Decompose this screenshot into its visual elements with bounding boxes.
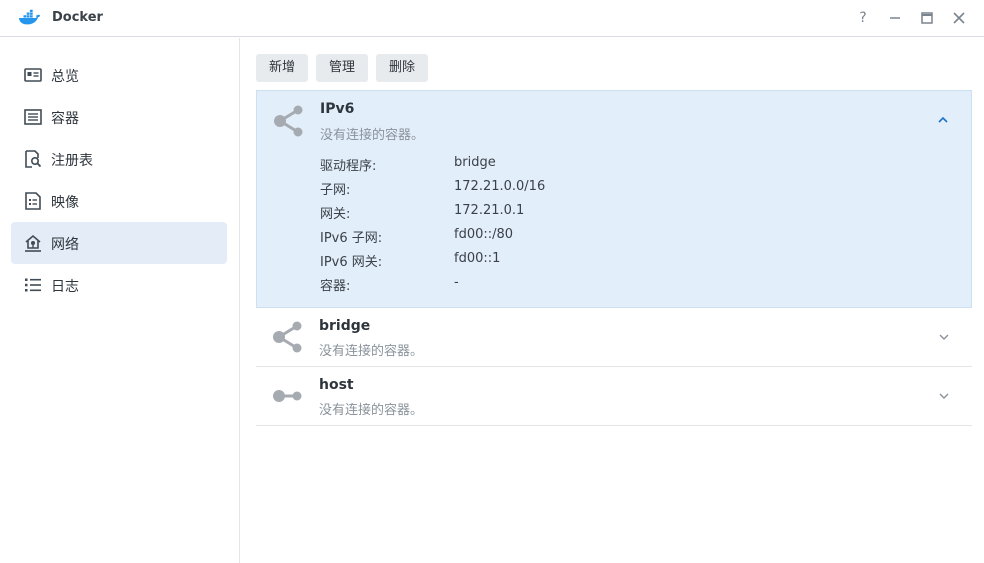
detail-value: fd00::1 xyxy=(454,251,501,266)
network-item-ipv6[interactable]: IPv6 没有连接的容器。 驱动程序: bridge 子网: 172.21.0.… xyxy=(256,90,972,308)
detail-key: 网关: xyxy=(320,207,351,222)
sidebar-item-registry[interactable]: 注册表 xyxy=(11,138,227,180)
network-status: 没有连接的容器。 xyxy=(319,344,424,359)
sidebar-item-network[interactable]: 网络 xyxy=(11,222,227,264)
help-button[interactable]: ? xyxy=(854,9,872,27)
network-item-host[interactable]: host 没有连接的容器。 xyxy=(256,367,972,426)
sidebar-item-label: 网络 xyxy=(51,237,79,253)
container-list-icon xyxy=(24,109,42,125)
network-house-icon xyxy=(25,234,41,252)
image-document-icon xyxy=(25,192,41,210)
sidebar: 总览 容器 注册表 映像 网络 日志 xyxy=(0,38,240,563)
network-item-bridge[interactable]: bridge 没有连接的容器。 xyxy=(256,308,972,367)
detail-row: IPv6 网关: fd00::1 xyxy=(320,251,720,275)
network-status: 没有连接的容器。 xyxy=(320,128,425,143)
detail-value: 172.21.0.0/16 xyxy=(454,179,546,194)
sidebar-item-image[interactable]: 映像 xyxy=(11,180,227,222)
sidebar-item-label: 总览 xyxy=(51,69,79,85)
sidebar-item-label: 注册表 xyxy=(51,153,93,169)
sidebar-item-label: 容器 xyxy=(51,111,79,127)
log-list-icon xyxy=(25,278,41,292)
chevron-up-icon[interactable] xyxy=(937,114,949,126)
detail-row: IPv6 子网: fd00::/80 xyxy=(320,227,720,251)
detail-row: 子网: 172.21.0.0/16 xyxy=(320,179,720,203)
network-name: host xyxy=(319,377,354,393)
add-button[interactable]: 新增 xyxy=(256,54,309,82)
delete-button[interactable]: 删除 xyxy=(376,54,429,82)
chevron-down-icon[interactable] xyxy=(938,331,950,343)
detail-key: 容器: xyxy=(320,279,351,294)
manage-button[interactable]: 管理 xyxy=(316,54,369,82)
maximize-icon xyxy=(921,12,933,24)
detail-key: IPv6 网关: xyxy=(320,255,383,270)
minimize-icon xyxy=(890,17,900,19)
network-name: IPv6 xyxy=(320,101,355,117)
detail-row: 网关: 172.21.0.1 xyxy=(320,203,720,227)
overview-card-icon xyxy=(24,68,42,82)
detail-value: fd00::/80 xyxy=(454,227,514,242)
docker-whale-icon xyxy=(18,9,40,25)
network-name: bridge xyxy=(319,318,371,334)
detail-row: 容器: - xyxy=(320,275,720,299)
network-share-icon xyxy=(273,321,302,353)
sidebar-item-log[interactable]: 日志 xyxy=(11,264,227,306)
sidebar-item-overview[interactable]: 总览 xyxy=(11,54,227,96)
maximize-button[interactable] xyxy=(918,9,936,27)
detail-key: IPv6 子网: xyxy=(320,231,383,246)
chevron-down-icon[interactable] xyxy=(938,390,950,402)
sidebar-item-label: 日志 xyxy=(51,279,79,295)
detail-value: bridge xyxy=(454,155,496,170)
detail-value: - xyxy=(454,275,459,290)
network-share-icon xyxy=(274,105,303,137)
network-details: 驱动程序: bridge 子网: 172.21.0.0/16 网关: 172.2… xyxy=(320,155,720,299)
title-bar: Docker ? xyxy=(0,0,984,37)
detail-value: 172.21.0.1 xyxy=(454,203,525,218)
minimize-button[interactable] xyxy=(886,9,904,27)
main-panel: 新增 管理 删除 IPv6 没有连接的容器。 驱动程序: bridge 子网: … xyxy=(240,38,984,563)
network-host-icon xyxy=(273,390,302,402)
close-icon xyxy=(953,12,965,24)
detail-key: 驱动程序: xyxy=(320,159,377,174)
sidebar-item-container[interactable]: 容器 xyxy=(11,96,227,138)
detail-row: 驱动程序: bridge xyxy=(320,155,720,179)
network-status: 没有连接的容器。 xyxy=(319,403,424,418)
close-button[interactable] xyxy=(950,9,968,27)
detail-key: 子网: xyxy=(320,183,351,198)
window-title: Docker xyxy=(52,10,103,25)
sidebar-item-label: 映像 xyxy=(51,195,79,211)
registry-search-icon xyxy=(25,150,42,168)
